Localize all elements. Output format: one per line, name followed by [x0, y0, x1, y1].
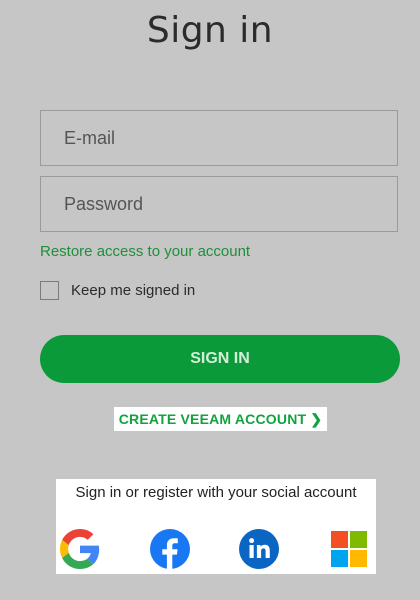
password-placeholder: Password: [64, 193, 144, 214]
create-account-label: CREATE VEEAM ACCOUNT ❯: [118, 410, 323, 427]
microsoft-icon[interactable]: [331, 531, 367, 567]
restore-access-link[interactable]: Restore access to your account: [40, 243, 250, 260]
keep-signed-in-checkbox[interactable]: [40, 281, 59, 300]
keep-signed-in-label[interactable]: Keep me signed in: [71, 282, 195, 299]
password-field[interactable]: Password: [40, 176, 398, 232]
linkedin-icon[interactable]: [239, 529, 279, 569]
create-account-link[interactable]: CREATE VEEAM ACCOUNT ❯: [114, 407, 327, 431]
facebook-icon[interactable]: [150, 529, 190, 569]
sign-in-button[interactable]: SIGN IN: [40, 335, 400, 383]
page-title: Sign in: [146, 10, 274, 51]
email-placeholder: E-mail: [64, 127, 116, 148]
social-signin-panel: Sign in or register with your social acc…: [56, 479, 376, 574]
google-icon[interactable]: [60, 529, 100, 569]
sign-in-button-label: SIGN IN: [190, 350, 250, 367]
email-field[interactable]: E-mail: [40, 110, 398, 166]
social-heading: Sign in or register with your social acc…: [75, 484, 357, 501]
